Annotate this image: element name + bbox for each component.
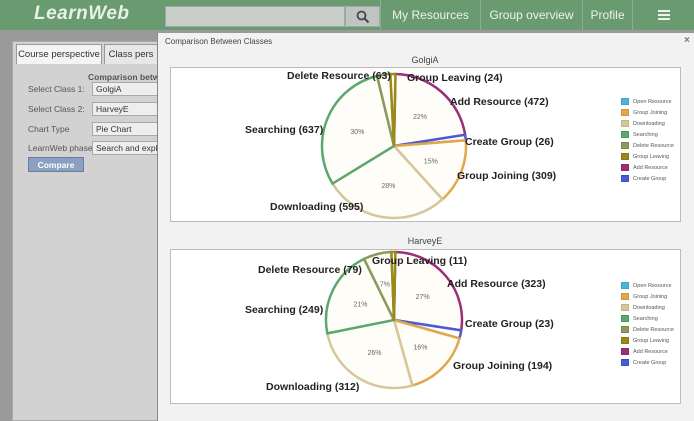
label-group-leaving-2: Group Leaving (11) (372, 255, 468, 267)
legend-swatch (621, 142, 629, 149)
legend-swatch (621, 359, 629, 366)
legend-swatch (621, 109, 629, 116)
legend-label: Delete Resource (633, 326, 674, 333)
label-searching-2: Searching (249) (245, 304, 324, 316)
legend-swatch (621, 315, 629, 322)
label-group-joining-2: Group Joining (194) (453, 360, 553, 372)
legend-label: Add Resource (633, 348, 668, 355)
legend-swatch (621, 326, 629, 333)
legend-label: Add Resource (633, 164, 668, 171)
legend-item-searching-1[interactable]: Searching (621, 130, 658, 139)
legend-item-group-leaving-1[interactable]: Group Leaving (621, 152, 669, 161)
legend-label: Group Leaving (633, 337, 670, 344)
legend-item-delete-resource-2[interactable]: Delete Resource (621, 325, 674, 334)
legend-swatch (621, 337, 629, 344)
legend-item-group-leaving-2[interactable]: Group Leaving (621, 336, 669, 345)
legend-swatch (621, 120, 629, 127)
legend-item-create-group-1[interactable]: Create Group (621, 174, 666, 183)
pie-chart-2: 27% 16% 26% 21% 7% (324, 250, 464, 390)
legend-item-create-group-2[interactable]: Create Group (621, 358, 666, 367)
label-add-resource-2: Add Resource (323) (447, 278, 546, 290)
legend-swatch (621, 175, 629, 182)
label-delete-resource-2: Delete Resource (79) (258, 264, 362, 276)
pie-percent-delete-resource-2: 7% (380, 282, 390, 289)
legend-item-group-joining-1[interactable]: Group Joining (621, 108, 667, 117)
legend-swatch (621, 164, 629, 171)
legend-label: Downloading (633, 304, 665, 311)
legend-swatch (621, 282, 629, 289)
legend-label: Searching (633, 315, 658, 322)
legend-label: Group Joining (633, 109, 668, 116)
legend-item-open-resource-2[interactable]: Open Resource (621, 281, 672, 290)
legend-item-delete-resource-1[interactable]: Delete Resource (621, 141, 674, 150)
legend-swatch (621, 153, 629, 160)
legend-swatch (621, 98, 629, 105)
legend-item-group-joining-2[interactable]: Group Joining (621, 292, 667, 301)
pie-percent-add-resource-2: 27% (416, 294, 430, 301)
legend-swatch (621, 348, 629, 355)
label-create-group-2: Create Group (23) (465, 318, 554, 330)
legend-label: Searching (633, 131, 658, 138)
legend-item-add-resource-2[interactable]: Add Resource (621, 347, 668, 356)
legend-label: Open Resource (633, 282, 672, 289)
legend-item-downloading-2[interactable]: Downloading (621, 303, 665, 312)
legend-item-open-resource-1[interactable]: Open Resource (621, 97, 672, 106)
legend-item-searching-2[interactable]: Searching (621, 314, 658, 323)
legend-swatch (621, 293, 629, 300)
pie-percent-group-joining-2: 16% (413, 344, 427, 351)
legend-label: Downloading (633, 120, 665, 127)
legend-label: Open Resource (633, 98, 672, 105)
label-downloading-2: Downloading (312) (266, 381, 360, 393)
pie-percent-downloading-2: 26% (367, 350, 381, 357)
legend-label: Group Joining (633, 293, 668, 300)
legend-label: Create Group (633, 359, 667, 366)
app-window: LearnWeb My Resources Group overview Pro… (0, 0, 694, 421)
legend-label: Delete Resource (633, 142, 674, 149)
legend-swatch (621, 131, 629, 138)
legend-label: Create Group (633, 175, 667, 182)
legend-swatch (621, 304, 629, 311)
legend-item-add-resource-1[interactable]: Add Resource (621, 163, 668, 172)
legend-label: Group Leaving (633, 153, 670, 160)
legend-item-downloading-1[interactable]: Downloading (621, 119, 665, 128)
pie-percent-searching-2: 21% (353, 301, 367, 308)
